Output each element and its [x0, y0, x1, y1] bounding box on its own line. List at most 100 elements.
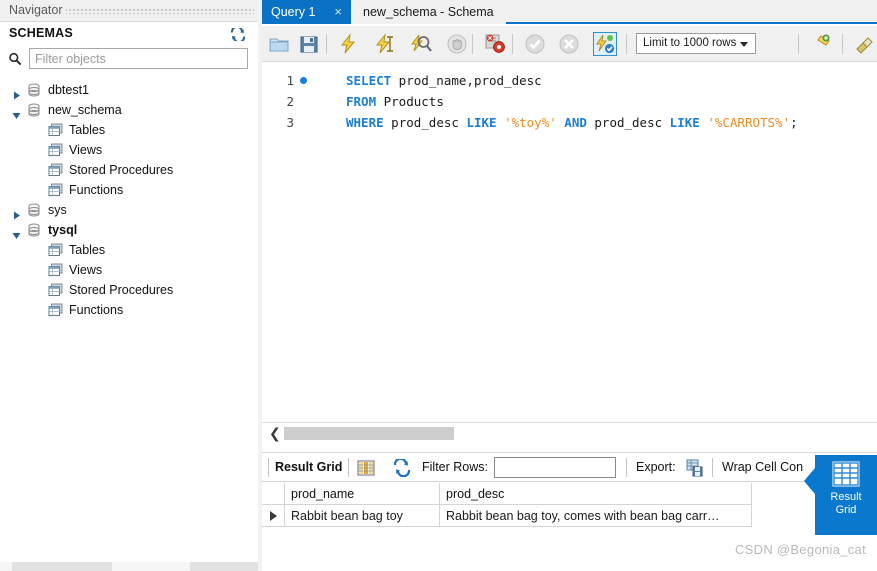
toolbar-separator [348, 458, 349, 477]
chevron-down-icon[interactable] [12, 106, 21, 119]
row-selector[interactable] [262, 505, 285, 527]
result-grid[interactable]: prod_name prod_desc Rabbit bean bag toy Rab… [262, 483, 877, 527]
stop-query-icon [446, 33, 468, 55]
code-text: WHERE prod_desc LIKE '%toy%' AND prod_de… [346, 112, 798, 133]
code-token-pl: prod_name,prod_desc [391, 73, 542, 88]
toolbar-separator [626, 458, 627, 477]
column-header[interactable]: prod_name [285, 483, 440, 505]
filter-objects-row [0, 48, 258, 74]
code-token-kw: SELECT [346, 73, 392, 88]
tree-item-functions[interactable]: Functions [0, 300, 258, 320]
code-token-kw: LIKE [466, 115, 497, 130]
refresh-icon[interactable] [230, 25, 246, 44]
chevron-left-icon[interactable]: ❮ [269, 427, 281, 441]
save-sql-script-icon[interactable] [298, 33, 320, 55]
navigator-scroll-thumb-secondary[interactable] [190, 562, 258, 571]
schemas-header: SCHEMAS [0, 23, 258, 46]
table-folder-icon [48, 123, 63, 137]
result-grid-icon [831, 460, 861, 488]
toolbar-separator [842, 34, 843, 54]
tree-item-views[interactable]: Views [0, 260, 258, 280]
tree-item-stored-procedures[interactable]: Stored Procedures [0, 160, 258, 180]
editor-scroll-thumb[interactable] [284, 427, 454, 440]
toggle-autocommit-icon[interactable] [593, 32, 617, 56]
toggle-stop-on-error-icon[interactable] [484, 33, 506, 55]
open-sql-script-icon[interactable] [268, 33, 290, 55]
tree-item-label: Stored Procedures [69, 283, 174, 297]
export-recordset-icon[interactable] [686, 459, 704, 477]
tab-query-1[interactable]: Query 1 × [262, 0, 351, 24]
refresh-grid-icon[interactable] [393, 457, 411, 478]
code-token-pl: prod_desc [586, 115, 670, 130]
cell-prod-name[interactable]: Rabbit bean bag toy [285, 505, 440, 527]
tree-item-label: Tables [69, 243, 106, 257]
code-text: FROM Products [346, 91, 444, 112]
toolbar-separator [472, 34, 473, 54]
chevron-right-icon[interactable] [12, 86, 21, 100]
limit-rows-value: Limit to 1000 rows [643, 37, 737, 49]
search-icon [8, 52, 22, 66]
filter-objects-input[interactable] [29, 48, 248, 69]
table-row[interactable]: Rabbit bean bag toy Rabbit bean bag toy, … [262, 505, 877, 527]
sql-code-editor[interactable]: 1 SELECT prod_name,prod_desc 2 FROM Product… [262, 62, 877, 422]
tree-item-sys[interactable]: sys [0, 200, 258, 220]
toolbar-separator [798, 34, 799, 54]
toolbar-separator [326, 34, 327, 54]
toolbar-separator [512, 34, 513, 54]
procedure-folder-icon [48, 163, 63, 177]
side-panel-label: Result Grid [815, 491, 877, 517]
tab-label: Query 1 [271, 5, 316, 19]
rollback-transaction-icon [558, 33, 580, 55]
mysql-workbench-window: Navigator SCHEMAS dbtest1 [0, 0, 877, 571]
tree-item-dbtest1[interactable]: dbtest1 [0, 80, 258, 100]
column-header[interactable]: prod_desc [440, 483, 752, 505]
result-grid-label: Result Grid [275, 460, 343, 474]
navigator-scroll-thumb[interactable] [12, 562, 112, 571]
editor-tabbar: Query 1 × new_schema - Schema [262, 0, 877, 24]
code-token-pl: Products [376, 94, 444, 109]
tree-item-views[interactable]: Views [0, 140, 258, 160]
wrap-cell-content-label[interactable]: Wrap Cell Con [722, 460, 803, 474]
filter-rows-input[interactable] [494, 457, 616, 478]
filter-rows-label: Filter Rows: [422, 460, 488, 474]
tree-item-functions[interactable]: Functions [0, 180, 258, 200]
tree-item-tables[interactable]: Tables [0, 120, 258, 140]
chevron-down-icon[interactable] [12, 226, 21, 239]
chevron-down-icon[interactable] [740, 42, 748, 47]
code-token-kw: LIKE [669, 115, 700, 130]
tree-item-label: Tables [69, 123, 106, 137]
chevron-right-icon[interactable] [12, 206, 21, 220]
execute-current-statement-icon[interactable] [374, 33, 396, 55]
form-editor-icon[interactable] [357, 459, 375, 477]
breakpoint-marker-icon[interactable] [300, 77, 307, 84]
code-token-pl: prod_desc [383, 115, 467, 130]
code-token-pl: ; [790, 115, 798, 130]
find-icon[interactable] [854, 33, 876, 55]
tree-item-tysql[interactable]: tysql [0, 220, 258, 240]
explain-query-icon[interactable] [410, 33, 432, 55]
table-header-row: prod_name prod_desc [262, 483, 877, 505]
line-number: 3 [286, 115, 294, 130]
tree-item-tables[interactable]: Tables [0, 240, 258, 260]
result-grid-side-panel[interactable]: Result Grid [804, 455, 877, 535]
function-folder-icon [48, 303, 63, 317]
tree-item-new-schema[interactable]: new_schema [0, 100, 258, 120]
tab-new-schema-schema[interactable]: new_schema - Schema [351, 0, 506, 24]
code-text: SELECT prod_name,prod_desc [346, 70, 542, 91]
close-icon[interactable]: × [334, 0, 342, 24]
cell-prod-desc[interactable]: Rabbit bean bag toy, comes with bean bag… [440, 505, 752, 527]
database-icon [27, 83, 41, 97]
beautify-sql-icon[interactable] [810, 33, 832, 55]
navigator-horizontal-scrollbar[interactable] [0, 559, 258, 571]
tree-item-stored-procedures[interactable]: Stored Procedures [0, 280, 258, 300]
execute-statement-icon[interactable] [338, 33, 360, 55]
editor-horizontal-scrollbar[interactable]: ❮ [262, 422, 877, 447]
code-token-kw: FROM [346, 94, 377, 109]
view-folder-icon [48, 143, 63, 157]
limit-rows-select[interactable]: Limit to 1000 rows [636, 33, 756, 54]
function-folder-icon [48, 183, 63, 197]
procedure-folder-icon [48, 283, 63, 297]
schemas-label: SCHEMAS [9, 26, 73, 40]
tab-label: new_schema - Schema [363, 5, 494, 19]
